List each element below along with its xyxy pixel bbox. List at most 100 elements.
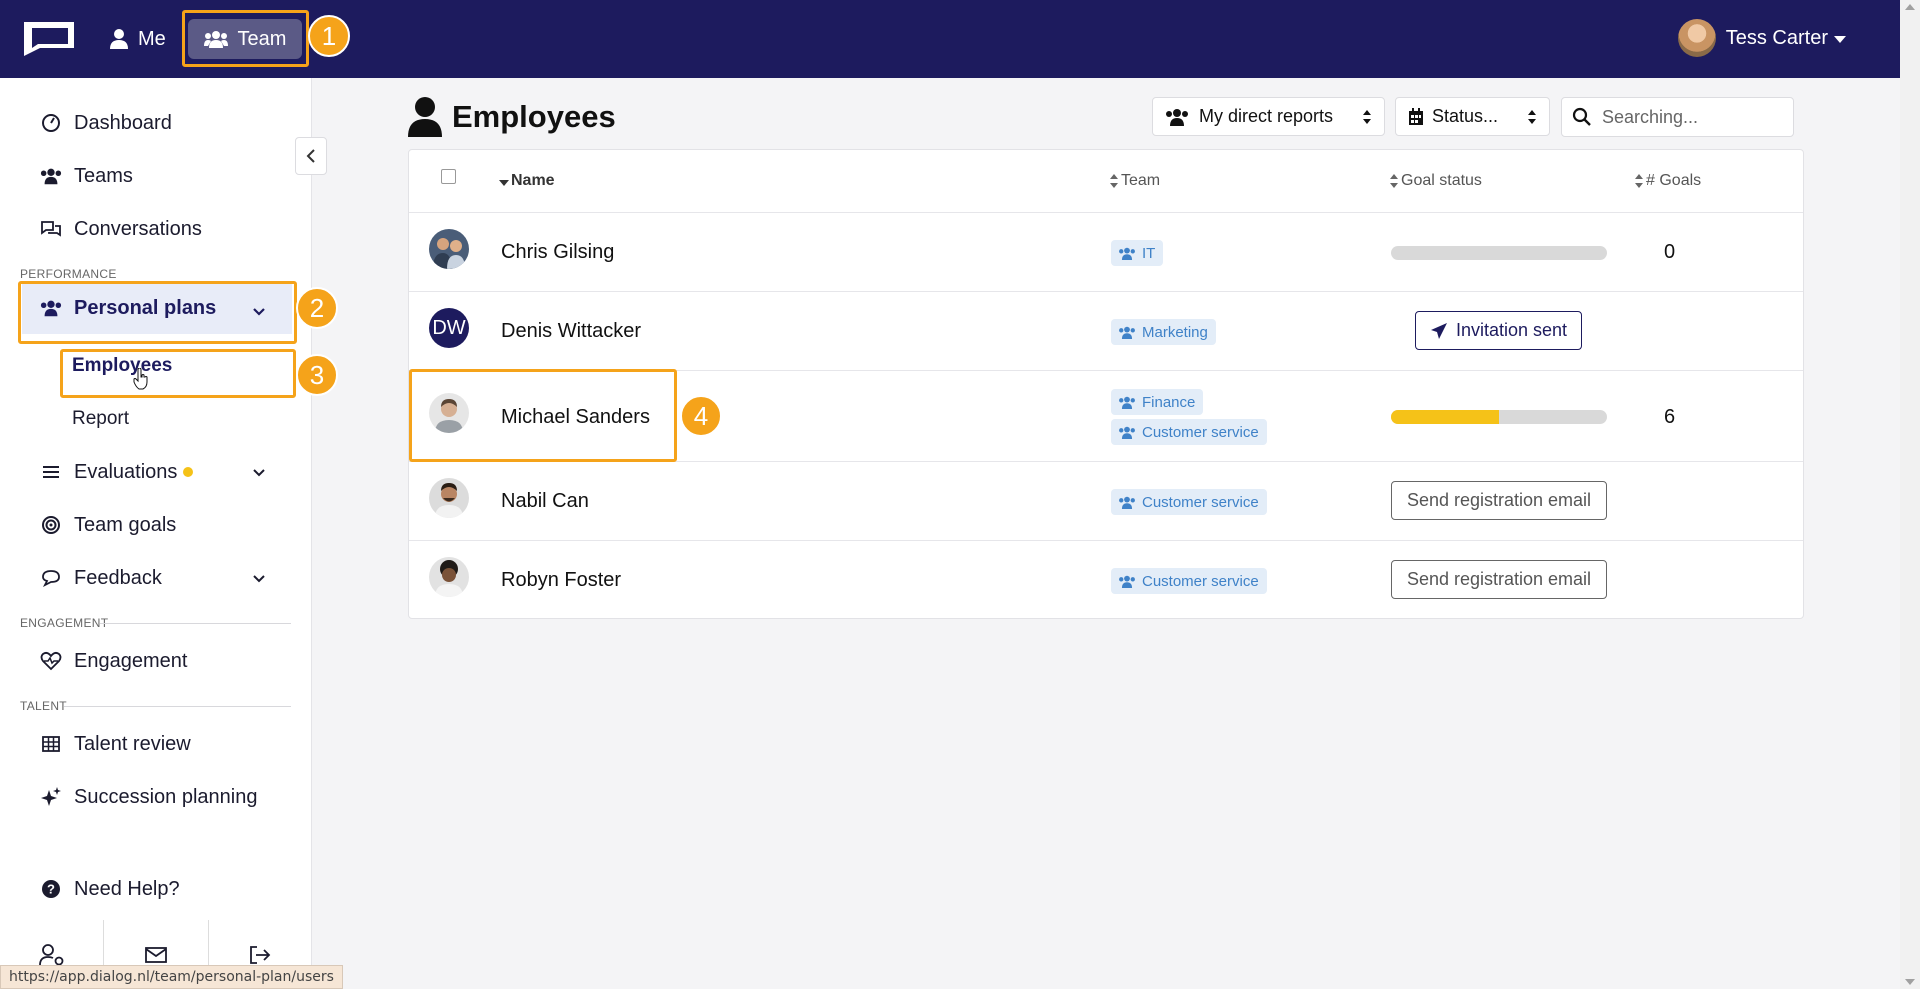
- column-header-label: Team: [1121, 172, 1161, 189]
- annotation-highlight-team: [182, 10, 309, 67]
- team-tag-label: IT: [1142, 244, 1156, 262]
- column-header-label: Name: [511, 172, 555, 189]
- scroll-up-icon[interactable]: [1905, 4, 1915, 10]
- goal-progress-bar: [1391, 410, 1607, 424]
- list-icon: [40, 461, 62, 483]
- column-header-team[interactable]: Team: [1109, 172, 1160, 190]
- page-scrollbar[interactable]: [1900, 0, 1920, 989]
- heart-pulse-icon: [40, 650, 62, 672]
- users-icon: [40, 165, 62, 187]
- table-icon: [40, 733, 62, 755]
- sidebar-item-label: Conversations: [74, 217, 202, 240]
- scroll-down-icon[interactable]: [1905, 979, 1915, 985]
- annotation-badge: 4: [680, 395, 722, 437]
- collapse-sidebar-button[interactable]: [295, 137, 327, 175]
- status-filter-select[interactable]: Status...: [1395, 97, 1550, 136]
- goal-progress-fill: [1391, 410, 1499, 424]
- column-header-goal-status[interactable]: Goal status: [1389, 172, 1482, 190]
- search-input[interactable]: [1602, 106, 1782, 128]
- team-tag: Customer service: [1111, 419, 1267, 445]
- sort-icon: [1390, 174, 1398, 188]
- users-icon: [1119, 575, 1135, 588]
- employee-name[interactable]: Nabil Can: [501, 490, 589, 513]
- sidebar-sub-report[interactable]: Report: [72, 408, 129, 430]
- sidebar-item-conversations[interactable]: Conversations: [40, 209, 202, 249]
- team-tag: IT: [1111, 240, 1164, 266]
- employee-name[interactable]: Chris Gilsing: [501, 241, 614, 264]
- sort-icon: [1110, 174, 1118, 188]
- user-menu[interactable]: Tess Carter: [1677, 16, 1846, 60]
- sidebar-item-need-help[interactable]: ? Need Help?: [40, 869, 180, 909]
- app-logo-icon[interactable]: [18, 20, 76, 58]
- employee-name[interactable]: Robyn Foster: [501, 569, 621, 592]
- user-icon: [110, 29, 128, 49]
- annotation-highlight-michael-sanders: [409, 369, 677, 462]
- comments-icon: [40, 218, 62, 240]
- sidebar-item-label: Succession planning: [74, 785, 258, 808]
- annotation-highlight-employees: [60, 349, 296, 398]
- page-title: Employees: [408, 96, 616, 138]
- table-row[interactable]: DW Denis Wittacker Marketing Invitation …: [409, 291, 1803, 370]
- invitation-sent-button[interactable]: Invitation sent: [1415, 311, 1582, 350]
- goals-count: 0: [1664, 241, 1676, 263]
- sidebar-item-teams[interactable]: Teams: [40, 156, 133, 196]
- sidebar-item-succession-planning[interactable]: Succession planning: [40, 777, 257, 817]
- caret-down-icon: [1834, 36, 1846, 43]
- sort-icon: [1363, 109, 1371, 124]
- column-header-goals[interactable]: # Goals: [1634, 172, 1701, 190]
- chevron-down-icon[interactable]: [252, 572, 266, 586]
- avatar: DW: [429, 308, 469, 348]
- select-all-checkbox[interactable]: [441, 169, 456, 184]
- employee-name[interactable]: Denis Wittacker: [501, 320, 641, 343]
- section-divider: [100, 623, 291, 624]
- column-header-label: Goal status: [1401, 172, 1482, 189]
- sidebar-item-dashboard[interactable]: Dashboard: [40, 103, 172, 143]
- send-registration-email-button[interactable]: Send registration email: [1391, 560, 1607, 599]
- table-row[interactable]: Robyn Foster Customer service Send regis…: [409, 540, 1803, 619]
- team-tag: Customer service: [1111, 489, 1267, 515]
- send-registration-email-button[interactable]: Send registration email: [1391, 481, 1607, 520]
- sidebar-item-label: Need Help?: [74, 877, 180, 900]
- section-talent-label: TALENT: [20, 699, 67, 713]
- status-filter-value: Status...: [1432, 106, 1499, 126]
- sidebar-item-label: Feedback: [74, 566, 162, 589]
- sparkles-icon: [40, 786, 62, 808]
- column-header-label: # Goals: [1646, 172, 1702, 189]
- annotation-badge: 2: [296, 287, 338, 329]
- goals-count: 6: [1664, 406, 1676, 428]
- team-tag-label: Customer service: [1142, 572, 1259, 590]
- team-tag: Customer service: [1111, 568, 1267, 594]
- goal-progress-bar: [1391, 246, 1607, 260]
- avatar: [429, 557, 469, 597]
- sidebar-item-label: Team goals: [74, 513, 177, 536]
- team-tag-label: Marketing: [1142, 323, 1208, 341]
- gauge-icon: [40, 112, 62, 134]
- search-icon: [1572, 107, 1591, 126]
- team-tag-label: Finance: [1142, 393, 1196, 411]
- sidebar-item-engagement[interactable]: Engagement: [40, 641, 187, 681]
- calendar-icon: [1409, 107, 1423, 125]
- team-tag: Marketing: [1111, 319, 1216, 345]
- sidebar-item-evaluations[interactable]: Evaluations: [40, 452, 194, 492]
- users-icon: [1119, 396, 1135, 409]
- sidebar-item-team-goals[interactable]: Team goals: [40, 505, 176, 545]
- users-icon: [1166, 108, 1188, 126]
- sort-desc-icon: [499, 180, 509, 186]
- reports-filter-select[interactable]: My direct reports: [1152, 97, 1385, 136]
- table-row[interactable]: Nabil Can Customer service Send registra…: [409, 461, 1803, 540]
- nav-me-button[interactable]: Me: [110, 19, 166, 59]
- table-row[interactable]: Chris Gilsing IT 0: [409, 212, 1803, 291]
- sidebar-item-feedback[interactable]: Feedback: [40, 558, 162, 598]
- svg-text:?: ?: [47, 882, 55, 897]
- section-engagement-label: ENGAGEMENT: [20, 616, 109, 630]
- sidebar-item-talent-review[interactable]: Talent review: [40, 724, 191, 764]
- sort-icon: [1635, 174, 1643, 188]
- sidebar: Dashboard Teams Conversations PERFORMANC…: [0, 78, 312, 989]
- column-header-name[interactable]: Name: [499, 172, 555, 190]
- chevron-down-icon[interactable]: [252, 466, 266, 480]
- target-icon: [40, 514, 62, 536]
- users-icon: [1119, 247, 1135, 260]
- team-tag-label: Customer service: [1142, 423, 1259, 441]
- sidebar-item-label: Dashboard: [74, 111, 172, 134]
- search-box[interactable]: [1561, 97, 1794, 137]
